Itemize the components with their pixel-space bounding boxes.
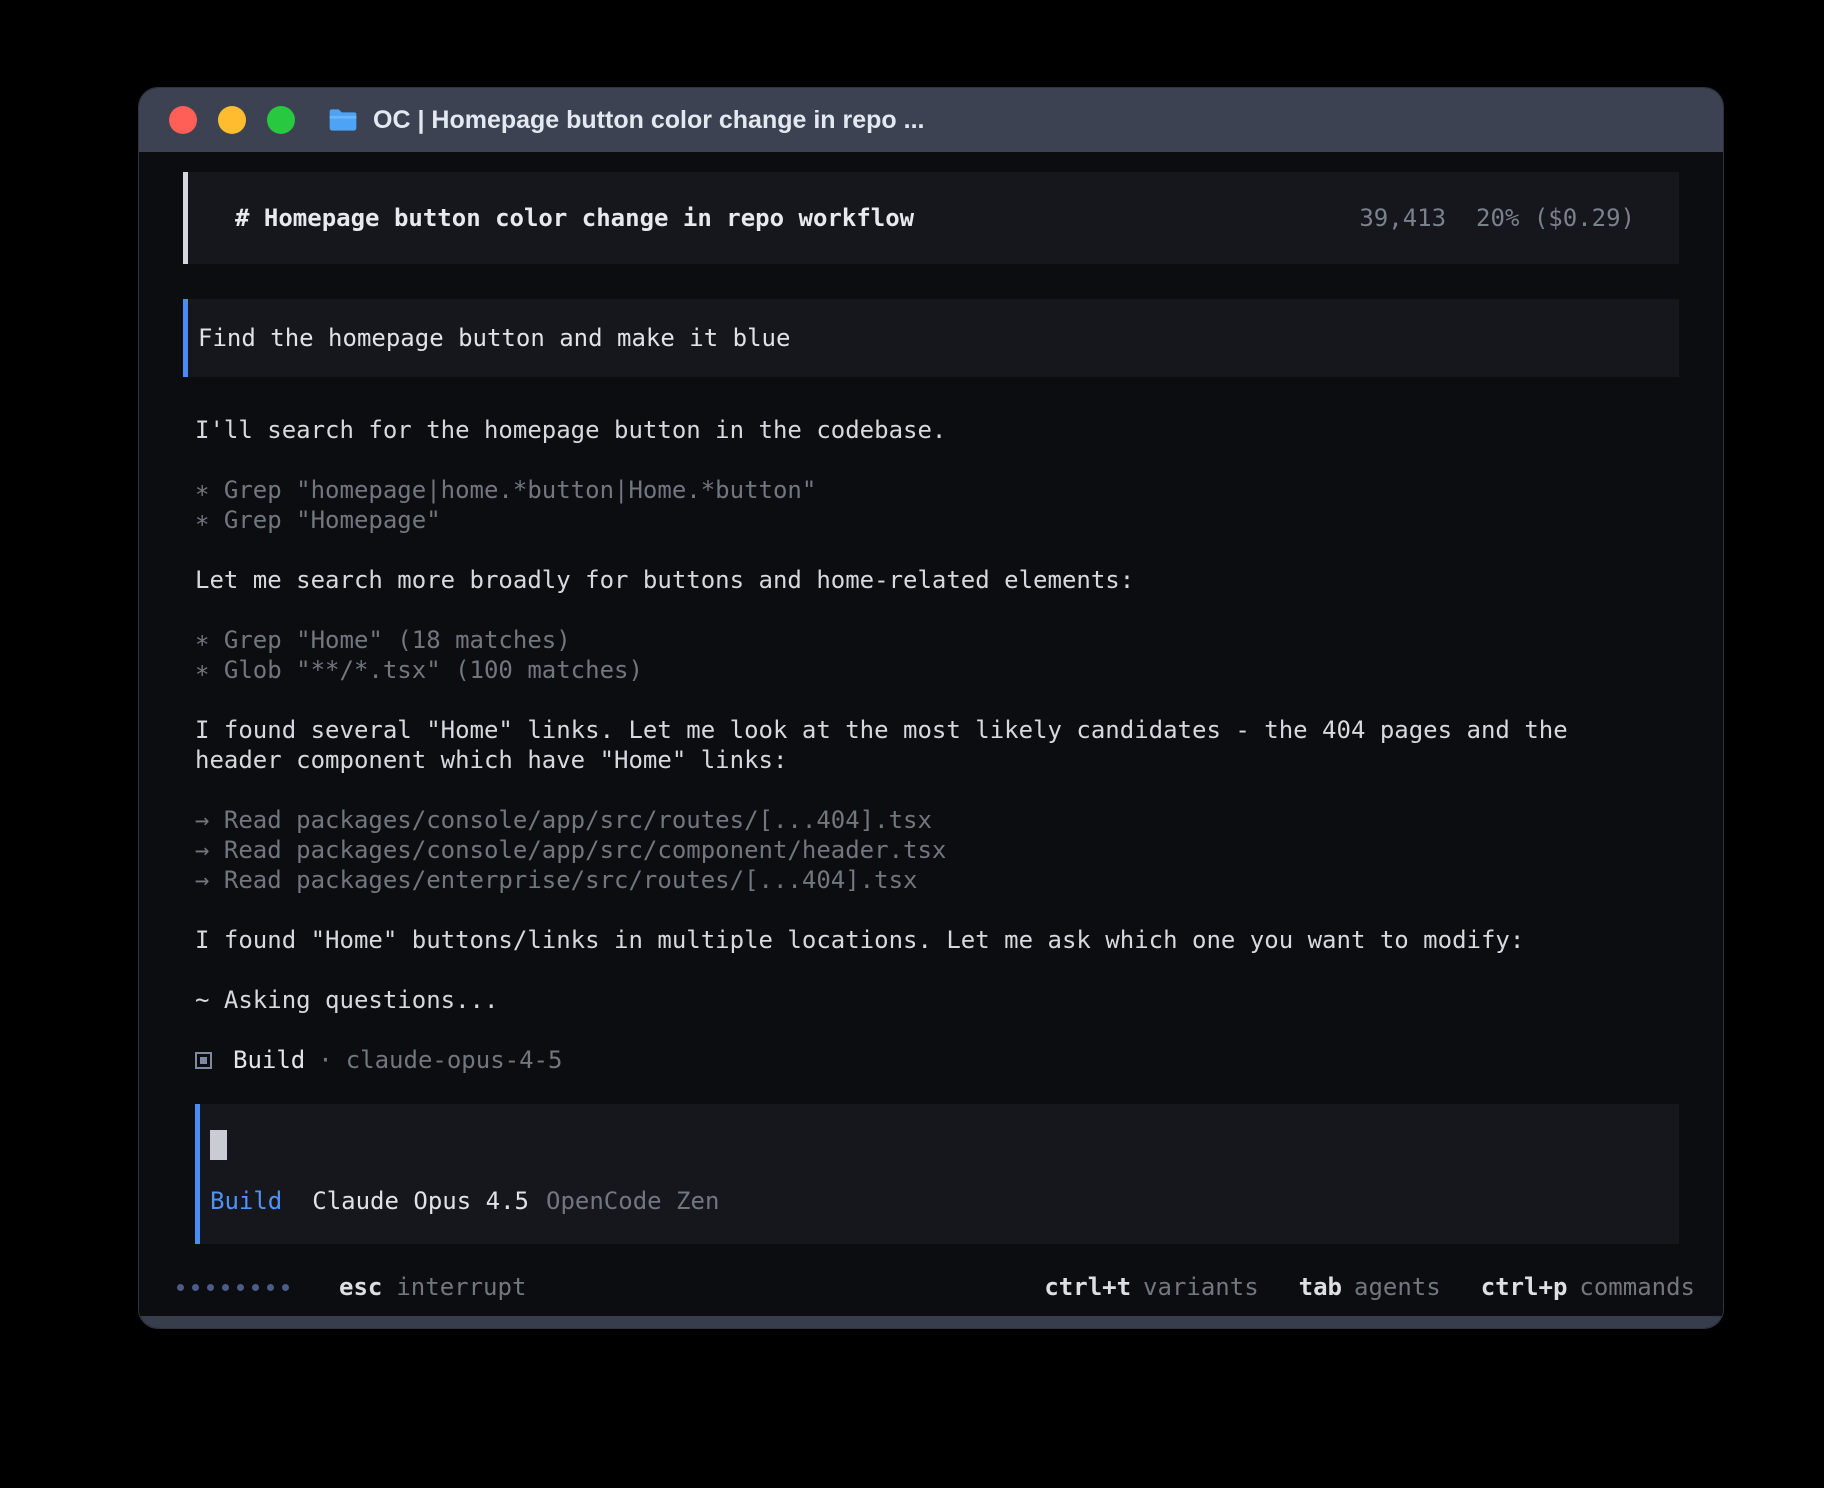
- token-count: 39,413: [1359, 203, 1446, 233]
- assistant-message: I found "Home" buttons/links in multiple…: [195, 925, 1661, 955]
- terminal-window: OC | Homepage button color change in rep…: [138, 87, 1724, 1329]
- terminal-content: # Homepage button color change in repo w…: [139, 152, 1723, 1316]
- tool-call-group: ∗ Grep "Home" (18 matches) ∗ Glob "**/*.…: [195, 625, 1661, 685]
- input-mode: Build: [210, 1186, 282, 1216]
- shortcut-label: agents: [1354, 1272, 1441, 1302]
- input-model: Claude Opus 4.5: [312, 1186, 529, 1216]
- agent-separator: ·: [318, 1045, 332, 1075]
- shortcut-key: tab: [1299, 1272, 1342, 1302]
- input-provider: OpenCode Zen: [546, 1186, 719, 1216]
- traffic-lights: [169, 106, 295, 134]
- window-bottom-edge: [139, 1316, 1723, 1328]
- shortcut-variants: ctrl+t variants: [1044, 1272, 1258, 1302]
- agent-build-icon: [195, 1052, 212, 1069]
- shortcut-key: ctrl+t: [1044, 1272, 1131, 1302]
- tool-call-group: ∗ Grep "homepage|home.*button|Home.*butt…: [195, 475, 1661, 535]
- text-cursor: [210, 1130, 227, 1160]
- tool-call-grep: ∗ Grep "homepage|home.*button|Home.*butt…: [195, 475, 1661, 505]
- folder-icon: [327, 104, 359, 136]
- agent-build-icon-dot: [200, 1057, 207, 1064]
- session-header: # Homepage button color change in repo w…: [183, 172, 1679, 264]
- session-title: # Homepage button color change in repo w…: [235, 203, 914, 233]
- context-usage: 20% ($0.29): [1476, 203, 1635, 233]
- status-right: ctrl+t variants tab agents ctrl+p comman…: [1044, 1272, 1695, 1302]
- agent-model: claude-opus-4-5: [346, 1045, 563, 1075]
- window-titlebar[interactable]: OC | Homepage button color change in rep…: [139, 88, 1723, 152]
- assistant-message: I found several "Home" links. Let me loo…: [195, 715, 1661, 775]
- status-message: ~ Asking questions...: [195, 985, 1661, 1015]
- prompt-input[interactable]: Build Claude Opus 4.5 OpenCode Zen: [195, 1104, 1679, 1244]
- agent-status-row: Build · claude-opus-4-5: [195, 1045, 1679, 1075]
- tool-call-group: → Read packages/console/app/src/routes/[…: [195, 805, 1661, 895]
- minimize-button[interactable]: [218, 106, 246, 134]
- tool-call-read: → Read packages/console/app/src/routes/[…: [195, 805, 1661, 835]
- esc-key-label: interrupt: [396, 1272, 526, 1302]
- transcript: I'll search for the homepage button in t…: [183, 415, 1679, 1302]
- shortcut-label: variants: [1143, 1272, 1259, 1302]
- agent-name: Build: [233, 1045, 305, 1075]
- user-message: Find the homepage button and make it blu…: [183, 299, 1679, 377]
- assistant-message: I'll search for the homepage button in t…: [195, 415, 1661, 445]
- tool-call-read: → Read packages/console/app/src/componen…: [195, 835, 1661, 865]
- desktop: OC | Homepage button color change in rep…: [0, 0, 1824, 1488]
- close-button[interactable]: [169, 106, 197, 134]
- shortcut-label: commands: [1579, 1272, 1695, 1302]
- tool-call-grep: ∗ Grep "Homepage": [195, 505, 1661, 535]
- user-message-text: Find the homepage button and make it blu…: [198, 323, 1659, 353]
- status-bar: esc interrupt ctrl+t variants tab agents: [177, 1272, 1695, 1302]
- tool-call-read: → Read packages/enterprise/src/routes/[.…: [195, 865, 1661, 895]
- session-stats: 39,413 20% ($0.29): [1359, 203, 1635, 233]
- shortcut-commands: ctrl+p commands: [1481, 1272, 1695, 1302]
- window-title: OC | Homepage button color change in rep…: [373, 106, 924, 135]
- input-meta: Build Claude Opus 4.5 OpenCode Zen: [210, 1186, 1659, 1216]
- spinner-icon: [177, 1284, 297, 1291]
- tool-call-glob: ∗ Glob "**/*.tsx" (100 matches): [195, 655, 1661, 685]
- esc-key-hint: esc: [339, 1272, 382, 1302]
- tool-call-grep: ∗ Grep "Home" (18 matches): [195, 625, 1661, 655]
- shortcut-agents: tab agents: [1299, 1272, 1441, 1302]
- assistant-message: Let me search more broadly for buttons a…: [195, 565, 1661, 595]
- status-left: esc interrupt: [177, 1272, 526, 1302]
- shortcut-key: ctrl+p: [1481, 1272, 1568, 1302]
- zoom-button[interactable]: [267, 106, 295, 134]
